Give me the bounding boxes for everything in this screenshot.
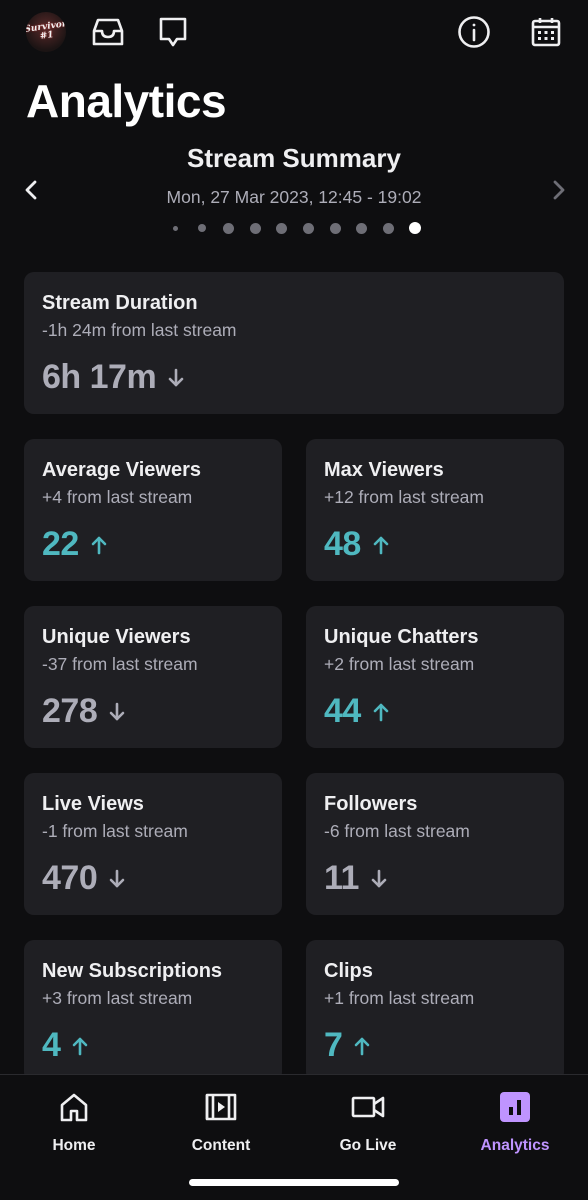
- stat-value-row: 22: [42, 525, 107, 564]
- stat-value-row: 6h 17m: [42, 358, 184, 397]
- stat-value: 7: [324, 1026, 343, 1064]
- stat-change: +12 from last stream: [324, 487, 484, 507]
- stat-card-clips: Clips +1 from last stream 7: [306, 940, 564, 1082]
- stat-change: -37 from last stream: [42, 654, 198, 674]
- pagination-dot[interactable]: [409, 222, 422, 234]
- film-icon: [161, 1089, 281, 1125]
- stat-value: 11: [324, 859, 359, 897]
- summary-date: Mon, 27 Mar 2023, 12:45 - 19:02: [166, 187, 422, 207]
- home-indicator[interactable]: [189, 1179, 399, 1186]
- pagination-dot[interactable]: [222, 222, 234, 234]
- arrow-up-icon: [373, 702, 389, 722]
- stat-value-row: 7: [324, 1026, 370, 1065]
- arrow-up-icon: [91, 535, 107, 555]
- stat-title: Live Views: [42, 793, 144, 815]
- stat-change: -1 from last stream: [42, 821, 188, 841]
- stat-card-average-viewers: Average Viewers +4 from last stream 22: [24, 439, 282, 581]
- stat-value-row: 4: [42, 1026, 88, 1065]
- arrow-up-icon: [72, 1036, 88, 1056]
- summary-title: Stream Summary: [187, 143, 401, 173]
- stat-card-live-views: Live Views -1 from last stream 470: [24, 773, 282, 915]
- stat-value-row: 44: [324, 692, 389, 731]
- camera-icon: [308, 1089, 428, 1125]
- pagination-dots: [0, 222, 588, 234]
- arrow-down-icon: [168, 368, 184, 388]
- stat-card-max-viewers: Max Viewers +12 from last stream 48: [306, 439, 564, 581]
- top-bar: Survivor #1: [0, 0, 588, 64]
- pagination-dot[interactable]: [329, 222, 341, 234]
- stat-card-unique-chatters: Unique Chatters +2 from last stream 44: [306, 606, 564, 748]
- stat-change: +3 from last stream: [42, 988, 193, 1008]
- stat-value-row: 48: [324, 525, 389, 564]
- avatar-text: Survivor #1: [26, 19, 66, 42]
- stat-title: New Subscriptions: [42, 960, 223, 982]
- stat-value: 4: [42, 1026, 61, 1064]
- pagination-dot[interactable]: [383, 222, 395, 234]
- stat-change: +2 from last stream: [324, 654, 475, 674]
- nav-content[interactable]: Content: [161, 1089, 281, 1155]
- arrow-up-icon: [354, 1036, 370, 1056]
- stat-value: 22: [42, 525, 79, 563]
- analytics-screen: Survivor #1 Analytics Stream Summary Mon…: [0, 0, 588, 1200]
- stat-card-followers: Followers -6 from last stream 11: [306, 773, 564, 915]
- arrow-down-icon: [371, 869, 387, 889]
- info-icon[interactable]: [456, 14, 492, 50]
- nav-go-live-label: Go Live: [339, 1137, 397, 1154]
- whispers-icon[interactable]: [155, 14, 191, 50]
- pagination-dot[interactable]: [276, 222, 288, 234]
- nav-content-label: Content: [191, 1137, 251, 1154]
- stat-card-new-subscriptions: New Subscriptions +3 from last stream 4: [24, 940, 282, 1082]
- stat-title: Unique Viewers: [42, 626, 191, 648]
- pagination-dot[interactable]: [172, 225, 178, 231]
- calendar-icon[interactable]: [528, 14, 564, 50]
- nav-home-label: Home: [52, 1137, 96, 1154]
- page-title: Analytics: [26, 75, 227, 127]
- stat-title: Unique Chatters: [324, 626, 479, 648]
- stat-change: +4 from last stream: [42, 487, 193, 507]
- nav-analytics-label: Analytics: [480, 1137, 550, 1154]
- stat-card-unique-viewers: Unique Viewers -37 from last stream 278: [24, 606, 282, 748]
- stat-title: Followers: [324, 793, 418, 815]
- stat-change: +1 from last stream: [324, 988, 475, 1008]
- avatar[interactable]: Survivor #1: [26, 12, 66, 52]
- stat-title: Max Viewers: [324, 459, 444, 481]
- arrow-down-icon: [109, 702, 125, 722]
- stat-value: 470: [42, 859, 98, 897]
- stat-card-stream-duration: Stream Duration -1h 24m from last stream 6…: [24, 272, 564, 414]
- stat-value: 6h 17m: [42, 358, 157, 396]
- arrow-up-icon: [373, 535, 389, 555]
- stat-title: Clips: [324, 960, 373, 982]
- stat-value: 48: [324, 525, 361, 563]
- inbox-icon[interactable]: [90, 14, 126, 50]
- stat-change: -1h 24m from last stream: [42, 320, 237, 340]
- stat-value-row: 11: [324, 859, 387, 898]
- stat-value: 44: [324, 692, 361, 730]
- pagination-dot[interactable]: [303, 222, 314, 234]
- nav-go-live[interactable]: Go Live: [308, 1089, 428, 1155]
- pagination-dot[interactable]: [356, 222, 368, 234]
- pagination-dot[interactable]: [197, 224, 206, 232]
- pagination-dot[interactable]: [249, 222, 261, 234]
- next-stream-chevron-icon[interactable]: [546, 178, 570, 202]
- bar-chart-icon: [455, 1089, 575, 1125]
- stat-value: 278: [42, 692, 98, 730]
- nav-home[interactable]: Home: [14, 1089, 134, 1155]
- stat-title: Average Viewers: [42, 459, 201, 481]
- stat-change: -6 from last stream: [324, 821, 470, 841]
- arrow-down-icon: [109, 869, 125, 889]
- stat-value-row: 278: [42, 692, 125, 731]
- stat-value-row: 470: [42, 859, 125, 898]
- home-icon: [14, 1089, 134, 1125]
- nav-analytics[interactable]: Analytics: [455, 1089, 575, 1155]
- stat-title: Stream Duration: [42, 292, 198, 314]
